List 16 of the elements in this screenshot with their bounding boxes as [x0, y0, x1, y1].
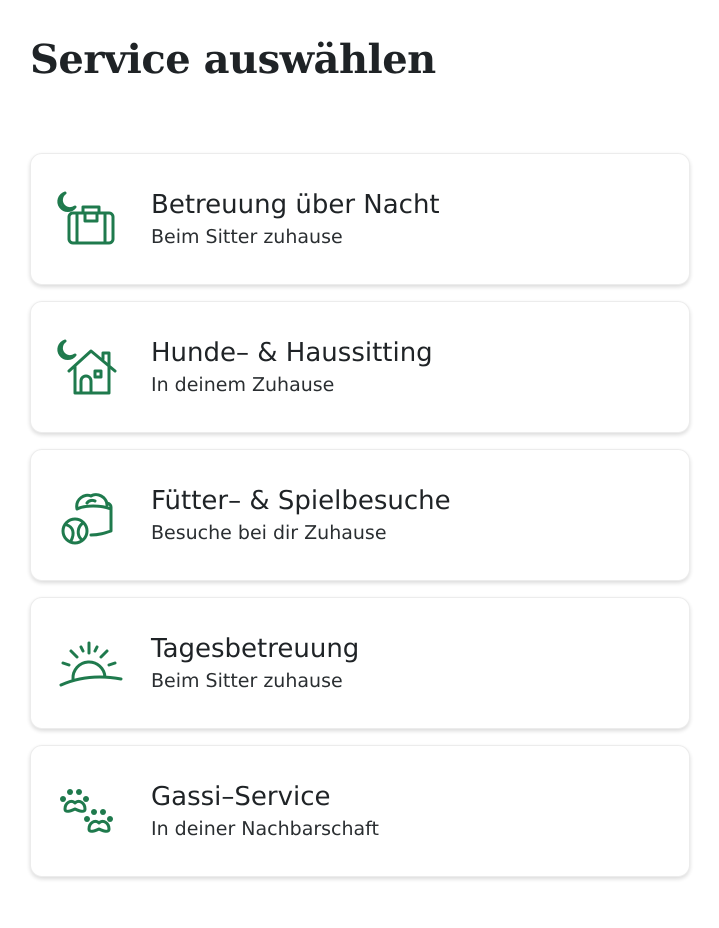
- service-name: Tagesbetreuung: [151, 633, 360, 666]
- service-card[interactable]: Tagesbetreuung Beim Sitter zuhause: [30, 597, 690, 729]
- service-description: In deiner Nachbarschaft: [151, 817, 379, 842]
- service-description: Beim Sitter zuhause: [151, 225, 344, 250]
- service-card[interactable]: Betreuung über Nacht Beim Sitter zuhause: [30, 153, 690, 285]
- service-description: Besuche bei dir Zuhause: [151, 521, 388, 546]
- service-card[interactable]: Hunde– & Haussitting In deinem Zuhause: [30, 301, 690, 433]
- service-card[interactable]: Fütter– & Spielbesuche Besuche bei dir Zuhause: [30, 449, 690, 581]
- service-card[interactable]: Gassi–Service In deiner Nachbarschaft: [30, 745, 690, 877]
- service-name: Hunde– & Haussitting: [151, 337, 433, 370]
- service-name: Betreuung über Nacht: [151, 189, 440, 222]
- service-name: Gassi–Service: [151, 781, 332, 814]
- service-name: Fütter– & Spielbesuche: [151, 485, 451, 518]
- service-description: Beim Sitter zuhause: [151, 669, 344, 694]
- service-description: In deinem Zuhause: [151, 373, 336, 398]
- page-title: Service auswählen: [30, 35, 437, 85]
